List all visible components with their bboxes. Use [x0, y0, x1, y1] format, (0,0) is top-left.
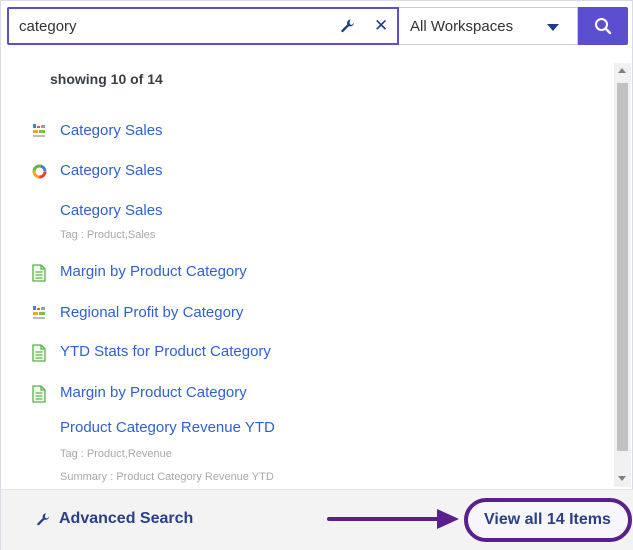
results-count: showing 10 of 14: [50, 71, 163, 87]
visualization-icon: [31, 123, 48, 141]
results-list: showing 10 of 14 Category Sales Category…: [7, 49, 614, 487]
donut-chart-icon: [31, 163, 48, 181]
search-icon: [595, 18, 612, 35]
search-bar: ✕ All Workspaces: [7, 7, 628, 45]
result-tag: Tag : Product,Revenue: [60, 448, 172, 460]
search-results-panel: ✕ All Workspaces showing 10 of 14: [0, 0, 633, 550]
result-title[interactable]: Category Sales: [60, 162, 163, 179]
result-title[interactable]: Regional Profit by Category: [60, 304, 243, 321]
result-title[interactable]: Product Category Revenue YTD: [60, 419, 275, 436]
report-document-icon: [31, 344, 48, 362]
result-title[interactable]: Margin by Product Category: [60, 384, 247, 401]
result-title[interactable]: Category Sales: [60, 202, 163, 219]
caret-down-icon: [547, 24, 559, 31]
wrench-icon[interactable]: [36, 512, 51, 527]
results-scrollbar[interactable]: [614, 63, 631, 487]
scroll-down-arrow-icon[interactable]: [618, 476, 626, 481]
scroll-thumb[interactable]: [617, 83, 628, 451]
report-document-icon: [31, 385, 48, 403]
workspace-select-value: All Workspaces: [410, 18, 514, 35]
result-title[interactable]: Margin by Product Category: [60, 263, 247, 280]
visualization-icon: [31, 305, 48, 323]
result-tag: Tag : Product,Sales: [60, 229, 156, 241]
result-summary: Summary : Product Category Revenue YTD: [60, 471, 274, 483]
search-button[interactable]: [578, 7, 628, 45]
wrench-icon[interactable]: [340, 18, 356, 34]
arrow-right-icon: [327, 509, 459, 529]
view-all-items-button[interactable]: View all 14 Items: [464, 498, 632, 542]
view-all-items-label: View all 14 Items: [484, 511, 611, 528]
result-title[interactable]: YTD Stats for Product Category: [60, 343, 271, 360]
advanced-search-link[interactable]: Advanced Search: [59, 510, 193, 528]
workspace-select[interactable]: All Workspaces: [399, 7, 578, 45]
report-document-icon: [31, 264, 48, 282]
clear-search-icon[interactable]: ✕: [374, 17, 388, 35]
scroll-up-arrow-icon[interactable]: [618, 68, 626, 73]
result-title[interactable]: Category Sales: [60, 122, 163, 139]
search-input[interactable]: [19, 9, 319, 43]
search-box: ✕: [7, 7, 399, 45]
results-footer: Advanced Search View all 14 Items: [1, 489, 633, 550]
